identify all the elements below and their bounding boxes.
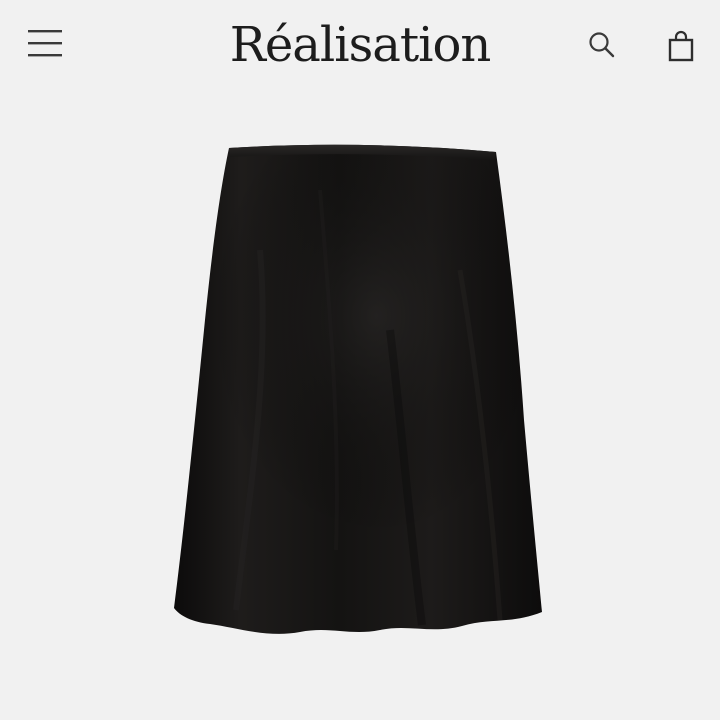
- product-page: Réalisation: [0, 0, 720, 720]
- search-button[interactable]: [585, 28, 619, 62]
- shopping-bag-icon: [668, 30, 694, 62]
- search-icon: [589, 32, 615, 58]
- product-image[interactable]: [140, 130, 580, 650]
- site-header: Réalisation: [0, 0, 720, 92]
- cart-button[interactable]: [664, 28, 698, 64]
- skirt-image: [174, 144, 542, 634]
